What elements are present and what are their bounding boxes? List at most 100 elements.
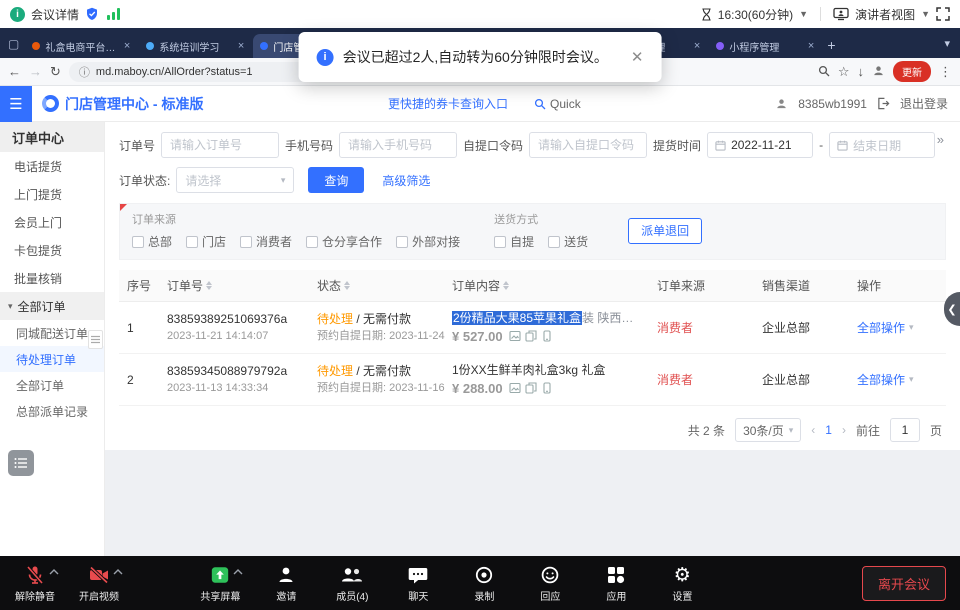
product-name-selected[interactable]: 2份精品大果85苹果礼盒 [452,311,582,325]
tab-close-icon[interactable]: × [808,40,814,52]
sidebar-item-batch-verify[interactable]: 批量核销 [0,264,104,292]
view-chevron-icon[interactable]: ▼ [921,9,930,19]
end-date-input[interactable]: 结束日期 [829,132,935,158]
vertical-tabs-icon[interactable]: ▢ [8,37,19,51]
toast-close-icon[interactable]: ✕ [631,48,644,66]
timer-chevron-icon[interactable]: ▼ [799,9,808,19]
members-button[interactable]: 成员(4) [331,564,373,603]
sidebar-item-all-orders[interactable]: 全部订单 [0,372,104,398]
prev-page-icon[interactable]: ‹ [811,423,815,437]
image-icon[interactable] [509,330,521,342]
advanced-filter-link[interactable]: 高级筛选 [382,172,430,189]
browser-update-button[interactable]: 更新 [893,61,931,82]
browser-tab[interactable]: 礼盒电商平台管理中心× [25,34,137,58]
sort-icon[interactable] [344,281,350,290]
pickup-code-input[interactable] [529,132,647,158]
video-options-chevron-icon[interactable] [113,567,123,578]
checkbox-warehouse-coop[interactable]: 仓分享合作 [306,233,382,250]
product-name[interactable]: 1份XX生鲜羊肉礼盒3kg 礼盒 [452,363,605,377]
leave-meeting-button[interactable]: 离开会议 [862,566,946,601]
start-video-button[interactable]: 开启视频 [78,564,120,603]
share-options-chevron-icon[interactable] [233,567,243,578]
checkbox-external[interactable]: 外部对接 [396,233,460,250]
unmute-button[interactable]: 解除静音 [14,564,56,603]
sidebar-group-all-orders[interactable]: ▾ 全部订单 [0,292,104,320]
new-tab-icon[interactable]: + [827,37,835,53]
profile-avatar-icon[interactable] [872,64,885,79]
checkbox-hq[interactable]: 总部 [132,233,172,250]
phone-icon[interactable] [541,330,553,342]
bookmark-star-icon[interactable]: ☆ [838,65,850,78]
col-order-no[interactable]: 订单号 [167,277,317,294]
meeting-info-icon[interactable]: i [10,7,25,22]
sidebar-item-door-pickup[interactable]: 上门提货 [0,180,104,208]
tab-close-icon[interactable]: × [124,40,130,52]
apps-button[interactable]: 应用 [595,564,637,603]
chat-button[interactable]: 聊天 [397,564,439,603]
quick-search[interactable]: Quick [534,97,581,111]
page-size-select[interactable]: 30条/页▾ [735,418,801,442]
sort-icon[interactable] [503,281,509,290]
browser-menu-icon[interactable]: ⋮ [939,65,952,78]
username[interactable]: 8385wb1991 [798,97,867,111]
sidebar-item-member-visit[interactable]: 会员上门 [0,208,104,236]
col-content[interactable]: 订单内容 [452,277,657,294]
invite-button[interactable]: 邀请 [265,564,307,603]
site-info-icon[interactable]: ⓘ [79,64,90,80]
all-actions-dropdown[interactable]: 全部操作▾ [857,371,954,388]
col-status[interactable]: 状态 [317,277,452,294]
meeting-details-label[interactable]: 会议详情 [31,6,79,23]
mic-options-chevron-icon[interactable] [49,567,59,578]
order-no[interactable]: 83859389251069376a [167,310,317,328]
checkbox-consumer[interactable]: 消费者 [240,233,292,250]
current-page[interactable]: 1 [825,423,832,437]
app-logo[interactable]: 门店管理中心 - 标准版 [42,94,203,114]
all-actions-dropdown[interactable]: 全部操作▾ [857,319,954,336]
phone-icon[interactable] [541,382,553,394]
settings-button[interactable]: ⚙ 设置 [661,564,703,603]
sidebar-drag-handle[interactable] [88,330,103,349]
sidebar-item-card-pickup[interactable]: 卡包提货 [0,236,104,264]
logout-link[interactable]: 退出登录 [900,95,948,112]
phone-input[interactable] [339,132,457,158]
downloads-icon[interactable]: ↓ [858,65,865,78]
refresh-icon[interactable]: ↻ [50,65,61,78]
fullscreen-icon[interactable] [936,7,950,21]
checkbox-store[interactable]: 门店 [186,233,226,250]
order-no[interactable]: 83859345088979792a [167,362,317,380]
dispatch-return-button[interactable]: 派单退回 [628,218,702,244]
sidebar-item-hq-dispatch-log[interactable]: 总部派单记录 [0,398,104,424]
copy-icon[interactable] [525,330,537,342]
search-button[interactable]: 查询 [308,167,364,193]
order-no-input[interactable] [161,132,279,158]
back-icon[interactable]: ← [8,65,21,78]
checkbox-self-pickup[interactable]: 自提 [494,233,534,250]
meeting-list-fab[interactable] [8,450,34,476]
sidebar-item-phone-pickup[interactable]: 电话提货 [0,152,104,180]
start-date-input[interactable]: 2022-11-21 [707,132,813,158]
sort-icon[interactable] [206,281,212,290]
checkbox-delivery[interactable]: 送货 [548,233,588,250]
meeting-timer[interactable]: 16:30(60分钟) [718,6,793,23]
tab-close-icon[interactable]: × [238,40,244,52]
next-page-icon[interactable]: › [842,423,846,437]
browser-tab[interactable]: 小程序管理× [709,34,821,58]
sidebar-item-pending-orders[interactable]: 待处理订单 [0,346,104,372]
copy-icon[interactable] [525,382,537,394]
app-menu-button[interactable]: ☰ [0,86,32,122]
search-icon[interactable] [818,65,830,79]
image-icon[interactable] [509,382,521,394]
tab-close-icon[interactable]: × [694,40,700,52]
tab-list-chevron-icon[interactable]: ▾ [944,37,950,50]
order-status-select[interactable]: 请选择 ▾ [176,167,294,193]
share-screen-button[interactable]: 共享屏幕 [199,564,241,603]
reaction-button[interactable]: 回应 [529,564,571,603]
record-button[interactable]: 录制 [463,564,505,603]
coupon-query-link[interactable]: 更快捷的券卡查询入口 [388,95,508,112]
browser-tab[interactable]: 系统培训学习× [139,34,251,58]
goto-page-input[interactable] [890,418,920,442]
collapse-filters-icon[interactable]: » [937,132,944,147]
forward-icon[interactable]: → [29,65,42,78]
view-mode-label[interactable]: 演讲者视图 [855,6,915,23]
security-shield-icon[interactable] [85,7,99,21]
